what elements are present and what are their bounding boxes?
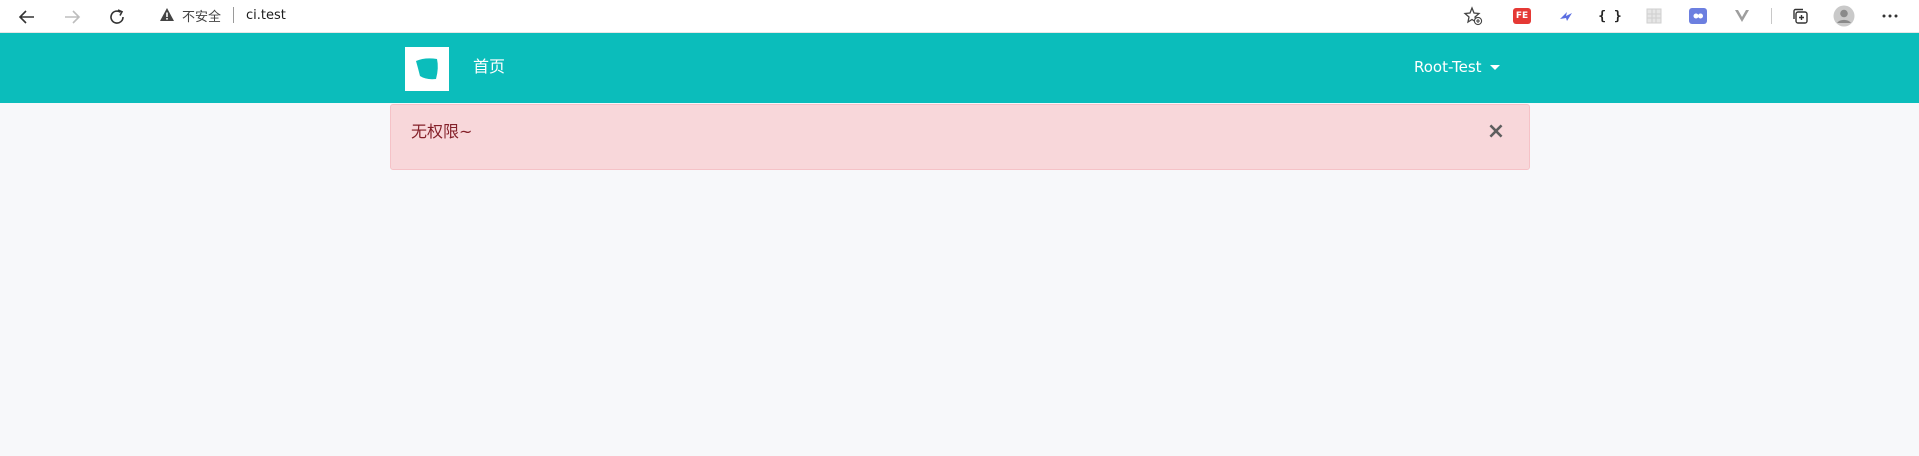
vue-devtools-extension[interactable] [1730, 4, 1754, 28]
vue-icon [1735, 10, 1749, 22]
fe-helper-icon: FE [1513, 8, 1531, 24]
star-plus-icon [1463, 6, 1483, 26]
close-button[interactable]: × [1485, 121, 1507, 143]
grid-icon [1646, 8, 1662, 24]
site-navbar: 首页 Root-Test [0, 33, 1919, 103]
logo-icon [416, 58, 438, 80]
more-menu-button[interactable] [1878, 4, 1902, 28]
tamper-extension[interactable] [1686, 4, 1710, 28]
swift-extension[interactable] [1554, 4, 1578, 28]
arrow-right-icon [65, 10, 81, 24]
brand-logo[interactable] [405, 47, 449, 91]
grid-extension[interactable] [1642, 4, 1666, 28]
fe-helper-extension[interactable]: FE [1510, 4, 1534, 28]
permission-alert: 无权限~ × [390, 104, 1530, 170]
address-bar[interactable]: 不安全 ci.test [144, 1, 1494, 29]
bird-icon [1560, 12, 1572, 21]
caret-down-icon [1489, 65, 1500, 70]
user-name: Root-Test [1414, 58, 1482, 76]
chat-icon [1689, 8, 1707, 24]
nav-link-home[interactable]: 首页 [473, 56, 505, 78]
back-button[interactable] [14, 4, 40, 30]
profile-button[interactable] [1832, 4, 1856, 28]
refresh-icon [110, 9, 124, 24]
ellipsis-icon [1882, 14, 1898, 18]
collections-button[interactable] [1788, 4, 1812, 28]
warning-icon[interactable] [158, 6, 176, 24]
add-favorite-button[interactable] [1462, 5, 1484, 27]
close-icon: × [1486, 119, 1506, 144]
alert-message: 无权限~ [411, 122, 473, 141]
braces-icon: { } [1598, 8, 1622, 24]
json-viewer-extension[interactable]: { } [1598, 4, 1622, 28]
browser-toolbar: 不安全 ci.test FE { } [0, 0, 1919, 33]
avatar-icon [1833, 5, 1855, 27]
security-status-label[interactable]: 不安全 [182, 6, 221, 25]
user-dropdown[interactable]: Root-Test [1414, 56, 1500, 78]
address-divider [233, 7, 235, 23]
url-text[interactable]: ci.test [246, 8, 286, 23]
collections-icon [1793, 8, 1808, 24]
arrow-left-icon [18, 10, 34, 24]
forward-button[interactable] [59, 4, 85, 30]
toolbar-divider [1771, 8, 1772, 24]
reload-button[interactable] [104, 4, 130, 30]
